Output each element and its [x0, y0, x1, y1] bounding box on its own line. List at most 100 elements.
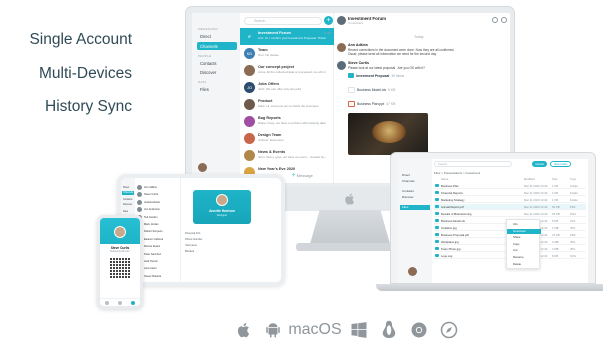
file-date: Mar 11 2020 12:40	[524, 212, 548, 216]
sidebar-item-direct[interactable]: Direct	[122, 186, 134, 190]
list-item[interactable]: Peter Sanchez	[137, 251, 179, 258]
new-chat-button[interactable]: +	[324, 16, 333, 25]
detail-row[interactable]: Blocked	[185, 250, 194, 253]
list-item[interactable]: Steve Curtis	[137, 191, 179, 198]
new-folder-button[interactable]: New folder	[550, 161, 572, 167]
list-item[interactable]: Jack Tanner	[137, 258, 179, 265]
file-type: DOC	[570, 212, 577, 216]
user-avatar[interactable]	[198, 163, 207, 172]
user-avatar[interactable]	[408, 267, 417, 276]
platform-icons: macOS	[0, 318, 603, 344]
avatar: JO	[244, 82, 255, 93]
add-icon[interactable]: +	[292, 173, 296, 179]
file-name: Marketing Strategy	[441, 198, 465, 202]
file-name: Business Plan	[441, 184, 459, 188]
sidebar-item-channels[interactable]: Channels	[197, 42, 237, 50]
table-row[interactable]: Annual Report.pdf Mar 11 2020 12:40 52 KB P…	[434, 204, 586, 210]
file-type: Folder	[570, 191, 578, 195]
chat-list-item[interactable]: Design Team Andrew: Document	[240, 130, 334, 147]
chat-list-item[interactable]: Product Mark: Hi, everyone we re-check th…	[240, 96, 334, 113]
list-item[interactable]: Jessica Davis	[137, 199, 179, 206]
monitor-stand	[310, 210, 390, 244]
search-input[interactable]: Search	[434, 161, 512, 167]
message-input[interactable]: + Message	[292, 173, 313, 179]
chat-name: Team	[258, 48, 268, 52]
context-menu-item[interactable]: Download	[507, 228, 541, 234]
sidebar-item-discover[interactable]: Discover	[122, 203, 134, 207]
context-menu-item[interactable]: Share	[507, 235, 541, 240]
file-size: 1 MB	[552, 226, 559, 230]
profile-tab-icon[interactable]	[131, 300, 136, 305]
breadcrumb[interactable]: Files > Presentations > Investment	[434, 171, 480, 175]
folder-attachment[interactable]: Investment Proposal 30 items	[348, 73, 404, 78]
sidebar-item-channels[interactable]: Channels	[400, 179, 430, 184]
list-item[interactable]: Ann Adkins	[137, 184, 179, 191]
table-row[interactable]: Financial Reports Mar 11 2020 12:40 1 KB Fo…	[434, 190, 586, 196]
list-item[interactable]: Eleanor Cabrera	[137, 236, 179, 243]
macos-label: macOS	[288, 321, 342, 338]
chat-list-item[interactable]: IF Investment Forum Ann: Hi, I confirm you…	[240, 28, 334, 45]
column-header[interactable]: Modified	[524, 177, 535, 181]
chrome-icon	[408, 318, 430, 342]
list-item[interactable]: Jon Anderson	[137, 206, 179, 213]
list-item[interactable]: Ted Gordon	[137, 214, 179, 221]
photo-content	[372, 121, 406, 143]
sidebar-item-files[interactable]: Files	[400, 205, 430, 210]
list-item[interactable]: Ronnie Evans	[137, 243, 179, 250]
file-name: Financial Reports	[441, 191, 463, 195]
list-item[interactable]: Robert Simpson	[137, 228, 179, 235]
apple-icon	[233, 318, 255, 342]
column-header[interactable]: Type	[570, 177, 576, 181]
sidebar-item-files[interactable]: Files	[122, 210, 134, 214]
context-menu-item[interactable]: Cut	[507, 248, 541, 253]
upload-button[interactable]: Upload	[532, 161, 547, 167]
detail-row[interactable]: Phone Number	[185, 238, 202, 241]
search-input[interactable]: Search	[244, 17, 322, 25]
chat-name: Bug Reports	[258, 116, 281, 120]
contacts-tab-icon[interactable]	[117, 300, 122, 305]
table-row[interactable]: Results of Brainstorming Mar 11 2020 12:4…	[434, 211, 586, 217]
sidebar-item-discover[interactable]: Discover	[197, 68, 237, 76]
context-menu-item[interactable]: Info	[507, 222, 541, 227]
sidebar-item-contacts[interactable]: Contacts	[122, 198, 134, 202]
contact-name: Steve Curtis	[144, 193, 159, 197]
chat-list-item[interactable]: KD Team Tom: No please	[240, 45, 334, 62]
contact-name: Eleanor Cabrera	[144, 237, 164, 241]
sidebar-item-contacts[interactable]: Contacts	[197, 59, 237, 67]
chat-list-item[interactable]: JO Jobs Offers Josh: We can offer only two…	[240, 79, 334, 96]
sidebar-item-channels[interactable]: Channels	[122, 191, 134, 195]
file-attachment[interactable]: Business Model.xls 5 KB	[348, 87, 395, 93]
list-item[interactable]: Mark Jordan	[137, 221, 179, 228]
sidebar-item-direct[interactable]: Direct	[197, 32, 237, 40]
laptop-base	[376, 284, 603, 291]
context-menu-item[interactable]: Delete	[507, 262, 541, 267]
chat-tab-icon[interactable]	[104, 300, 109, 305]
image-attachment[interactable]	[348, 113, 428, 155]
table-row[interactable]: Marketing Strategy Mar 11 2020 12:40 1 KB F…	[434, 197, 586, 203]
column-header[interactable]: Name	[441, 177, 448, 181]
file-attachment[interactable]: Business Plan.ppt 47 KB	[348, 101, 395, 107]
sidebar-section-label: PEOPLE	[198, 54, 212, 58]
context-menu-item[interactable]: Rename	[507, 255, 541, 260]
list-item[interactable]: Susan Roberts	[137, 273, 179, 280]
table-row[interactable]: Business Plan Mar 11 2020 12:40 1 KB Folder	[434, 183, 586, 189]
context-menu-item[interactable]: Copy	[507, 242, 541, 247]
detail-row[interactable]: Username	[185, 244, 197, 247]
chat-list-item[interactable]: Our concept project Anna: All the collect…	[240, 62, 334, 79]
contact-name: Susan Roberts	[144, 274, 162, 278]
chat-name: New Year's Eve 2020	[258, 167, 296, 171]
column-header[interactable]: Size	[552, 177, 557, 181]
sidebar-item-discover[interactable]: Discover	[400, 195, 430, 200]
info-icon[interactable]	[492, 17, 498, 23]
file-icon	[435, 254, 439, 257]
settings-icon[interactable]	[501, 17, 507, 23]
sidebar-item-contacts[interactable]: Contacts	[400, 189, 430, 194]
contact-name: Jessica Davis	[144, 200, 160, 204]
list-item[interactable]: Lisa Carter	[137, 265, 179, 272]
chat-list-item[interactable]: News & Events John: Team, guys, we have a…	[240, 147, 334, 164]
detail-row[interactable]: Personal Info	[185, 232, 200, 235]
message-author: Steve Curtis	[348, 61, 369, 65]
sidebar-item-direct[interactable]: Direct	[400, 173, 430, 178]
sidebar-item-files[interactable]: Files	[197, 85, 237, 93]
chat-list-item[interactable]: Bug Reports Diana: Guys, we have a proble…	[240, 113, 334, 130]
